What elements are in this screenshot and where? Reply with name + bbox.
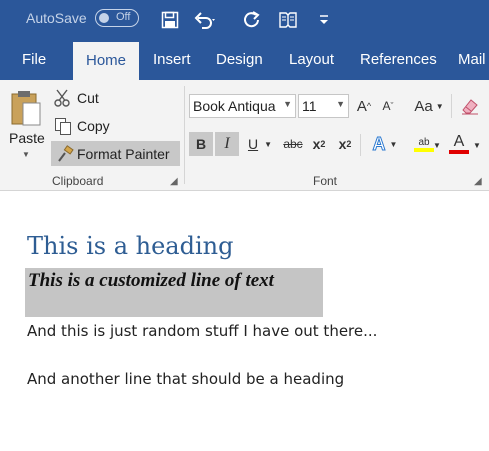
chevron-down-icon[interactable]: ▼ xyxy=(433,141,441,150)
italic-label: I xyxy=(224,135,230,152)
caret-up-icon: ^ xyxy=(366,101,372,111)
chevron-down-icon[interactable]: ▼ xyxy=(264,140,272,149)
shrink-font-label: A xyxy=(382,99,391,113)
font-group-label: Font xyxy=(313,174,338,188)
tab-references[interactable]: References xyxy=(360,40,437,80)
chevron-down-icon[interactable]: ▼ xyxy=(336,99,345,109)
copy-button[interactable]: Copy xyxy=(54,115,110,137)
document-page[interactable]: This is a heading This is a customized l… xyxy=(0,191,489,451)
paste-button[interactable]: Paste ▼ xyxy=(6,86,46,166)
autosave-state: Off xyxy=(116,11,131,23)
autosave-label: AutoSave xyxy=(26,10,87,26)
title-bar: AutoSave Off xyxy=(0,0,489,40)
touch-mode-icon[interactable] xyxy=(276,8,300,32)
customized-line: This is a customized line of text xyxy=(25,268,323,317)
bold-label: B xyxy=(195,136,207,152)
change-case-label: Aa xyxy=(414,97,433,115)
chevron-down-icon[interactable]: ▼ xyxy=(473,141,481,150)
tab-layout[interactable]: Layout xyxy=(289,40,334,80)
subscript-digit: 2 xyxy=(320,139,326,149)
clipboard-icon xyxy=(11,91,41,126)
text-effects-button[interactable]: A ▼ xyxy=(368,132,402,156)
chevron-down-icon[interactable]: ▼ xyxy=(436,102,444,111)
italic-button[interactable]: I xyxy=(215,132,239,156)
tab-home[interactable]: Home xyxy=(73,42,139,80)
superscript-label: x xyxy=(338,136,347,152)
text-effects-label: A xyxy=(372,133,386,154)
font-color-button[interactable]: A xyxy=(445,132,473,156)
underline-button[interactable]: U ▼ xyxy=(243,132,277,156)
eraser-icon xyxy=(462,99,478,115)
divider xyxy=(451,94,452,118)
format-painter-button[interactable]: Format Painter xyxy=(51,141,180,166)
clear-formatting-button[interactable] xyxy=(458,94,482,118)
superscript-digit: 2 xyxy=(346,139,352,149)
superscript-button[interactable]: x2 xyxy=(335,132,355,156)
copy-label: Copy xyxy=(77,118,110,134)
chevron-down-icon[interactable]: ▼ xyxy=(283,99,292,109)
paste-dropdown-icon[interactable]: ▼ xyxy=(22,150,30,159)
font-launcher-icon[interactable]: ◢ xyxy=(474,176,482,187)
font-family-combo[interactable]: Book Antiqua ▼ xyxy=(189,94,296,118)
font-family-value: Book Antiqua xyxy=(193,98,276,114)
paragraph-1: And this is just random stuff I have out… xyxy=(27,322,378,340)
format-painter-label: Format Painter xyxy=(77,145,170,162)
paste-label: Paste xyxy=(9,130,45,146)
tab-mailings[interactable]: Mail xyxy=(458,40,486,80)
font-color-label: A xyxy=(453,133,465,150)
change-case-button[interactable]: Aa ▼ xyxy=(412,94,446,118)
font-size-combo[interactable]: 11 ▼ xyxy=(298,94,349,118)
scissors-icon xyxy=(54,89,70,107)
shrink-font-button[interactable]: Aˇ xyxy=(378,94,398,118)
undo-icon[interactable] xyxy=(194,8,218,32)
tab-design[interactable]: Design xyxy=(216,40,263,80)
highlight-color-swatch xyxy=(414,147,434,152)
tab-insert[interactable]: Insert xyxy=(153,40,191,80)
format-painter-icon xyxy=(58,144,74,162)
grow-font-button[interactable]: A ^ xyxy=(354,94,374,118)
divider xyxy=(360,134,361,156)
subscript-button[interactable]: x2 xyxy=(309,132,329,156)
underline-label: U xyxy=(247,136,259,152)
heading-text: This is a heading xyxy=(27,232,234,260)
toggle-knob xyxy=(99,13,109,23)
repeat-icon[interactable] xyxy=(240,8,264,32)
clipboard-launcher-icon[interactable]: ◢ xyxy=(170,176,178,187)
chevron-down-icon[interactable]: ▼ xyxy=(390,140,398,149)
clipboard-group-label: Clipboard xyxy=(52,174,104,188)
strikethrough-button[interactable]: abc xyxy=(281,132,305,156)
group-separator xyxy=(184,86,185,184)
font-size-value: 11 xyxy=(302,98,317,114)
customize-qat-icon[interactable] xyxy=(312,8,336,32)
cut-label: Cut xyxy=(77,90,99,106)
autosave-toggle[interactable]: Off xyxy=(95,9,139,27)
ribbon-tabs: File Home Insert Design Layout Reference… xyxy=(0,40,489,80)
copy-icon xyxy=(55,118,71,135)
tab-file[interactable]: File xyxy=(22,40,46,80)
highlight-label: ab xyxy=(418,136,430,148)
customized-line-text: This is a customized line of text xyxy=(28,270,274,291)
paragraph-2: And another line that should be a headin… xyxy=(27,370,345,388)
caret-down-icon: ˇ xyxy=(390,101,394,111)
font-color-swatch xyxy=(449,150,469,154)
ribbon: Paste ▼ Cut Copy Format Painter Clipboar… xyxy=(0,80,489,191)
grow-font-label: A xyxy=(356,97,367,115)
subscript-label: x xyxy=(312,136,321,152)
cut-button[interactable]: Cut xyxy=(54,87,99,109)
bold-button[interactable]: B xyxy=(189,132,213,156)
strikethrough-label: abc xyxy=(283,137,303,151)
save-icon[interactable] xyxy=(158,8,182,32)
